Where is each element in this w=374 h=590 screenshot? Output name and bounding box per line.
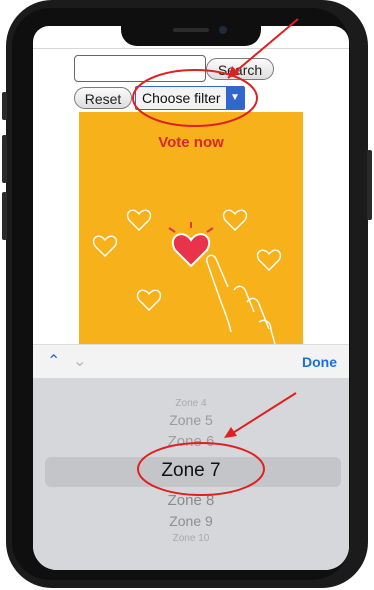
side-button-left-3 <box>2 192 7 240</box>
picker-option-selected[interactable]: Zone 7 <box>33 460 349 482</box>
heart-outline-icon <box>256 249 282 271</box>
side-button-right <box>367 150 372 220</box>
picker-option[interactable]: Zone 10 <box>33 533 349 544</box>
search-button[interactable]: Search <box>206 58 274 80</box>
heart-filled-icon <box>172 233 210 268</box>
picker-option[interactable]: Zone 8 <box>33 492 349 509</box>
speaker-grille <box>173 28 209 32</box>
heart-outline-icon <box>92 235 118 257</box>
triangle-down-icon: ▼ <box>226 87 244 109</box>
side-button-left-2 <box>2 135 7 183</box>
side-button-left-1 <box>2 92 7 120</box>
zone-picker[interactable]: Zone 4 Zone 5 Zone 6 Zone 7 Zone 8 Zone … <box>33 378 349 570</box>
chevron-down-icon[interactable]: ⌄ <box>73 351 86 371</box>
phone-notch <box>121 26 261 46</box>
picker-option[interactable]: Zone 4 <box>33 398 349 409</box>
filter-select[interactable]: Choose filter ▼ <box>135 86 245 110</box>
heart-outline-icon <box>136 289 162 311</box>
poster-illustration <box>92 209 282 344</box>
sparkle-mark <box>206 227 214 233</box>
front-camera <box>219 26 227 34</box>
filter-select-label: Choose filter <box>142 90 221 106</box>
picker-toolbar: ⌃ ⌄ Done <box>33 344 349 380</box>
picker-option[interactable]: Zone 5 <box>33 412 349 428</box>
done-button[interactable]: Done <box>302 354 337 370</box>
heart-outline-icon <box>222 209 248 231</box>
picker-option[interactable]: Zone 9 <box>33 513 349 529</box>
reset-button[interactable]: Reset <box>74 87 132 109</box>
top-divider <box>33 48 349 49</box>
search-input[interactable] <box>74 55 206 82</box>
hand-outline <box>205 254 276 344</box>
picker-option[interactable]: Zone 6 <box>33 433 349 450</box>
vote-poster-image: Vote now <box>79 112 303 344</box>
chevron-up-icon[interactable]: ⌃ <box>47 351 60 371</box>
phone-screen: Search Reset Choose filter ▼ Vote now ⌃ … <box>33 26 349 570</box>
heart-outline-icon <box>126 209 152 231</box>
sparkle-mark <box>168 227 176 233</box>
